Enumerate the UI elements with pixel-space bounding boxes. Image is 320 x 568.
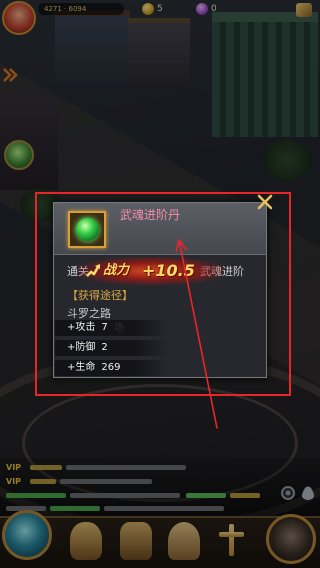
annotation-highlight-box bbox=[35, 192, 291, 396]
game-screen: 4271 · 6094 5 0 VIP VIP 武魂进阶丹 通关 bbox=[0, 0, 320, 568]
